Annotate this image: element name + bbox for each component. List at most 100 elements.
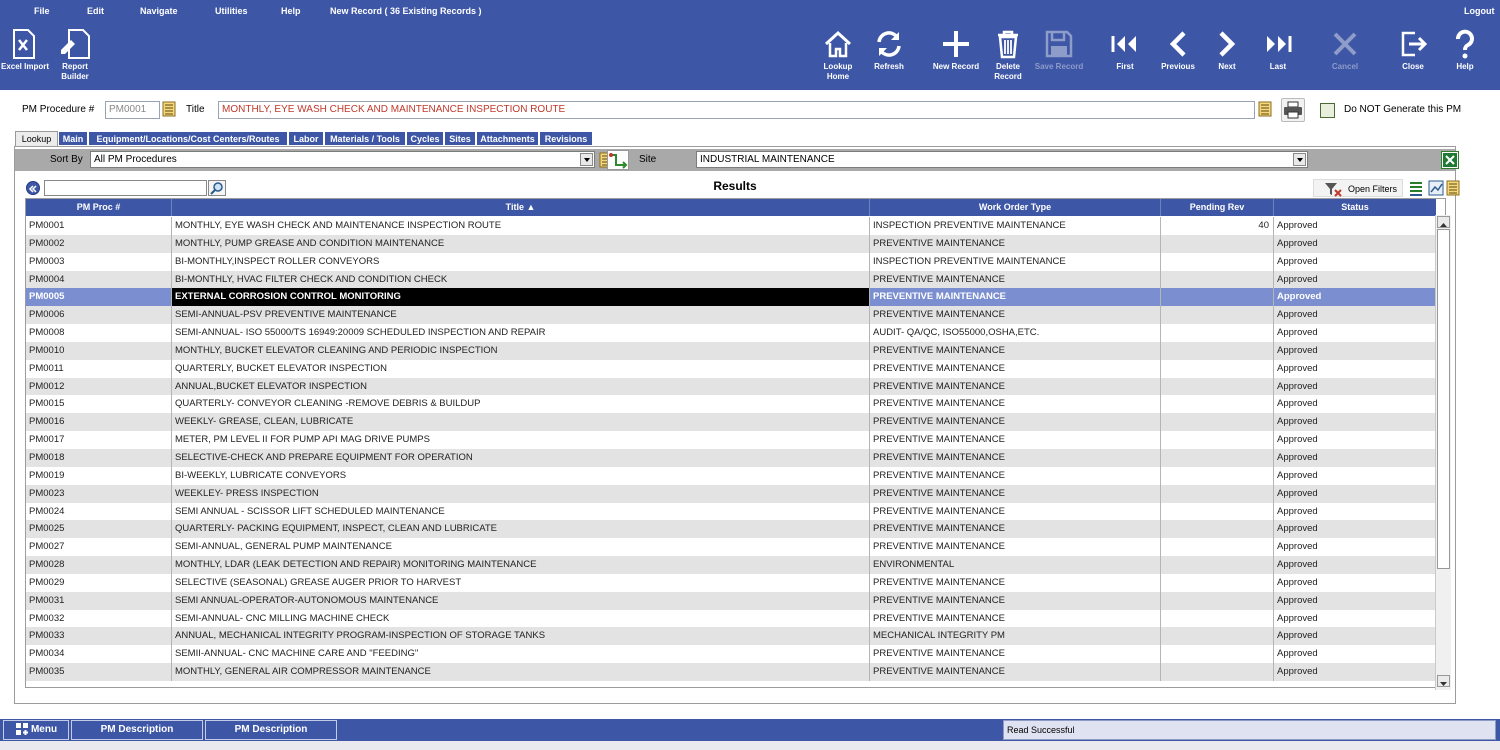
- tab-revisions[interactable]: Revisions: [539, 131, 593, 146]
- results-title: Results: [713, 179, 757, 193]
- table-row[interactable]: PM0010 MONTHLY, BUCKET ELEVATOR CLEANING …: [26, 341, 1436, 360]
- cell-pm-proc: PM0032: [26, 609, 172, 628]
- table-row[interactable]: PM0015 QUARTERLY- CONVEYOR CLEANING -REMO…: [26, 395, 1436, 414]
- first-record-button[interactable]: First: [1095, 28, 1155, 88]
- footer-strip: [0, 741, 1500, 750]
- bottom-bar: Menu PM Description PM Description Read …: [0, 719, 1500, 741]
- table-row[interactable]: PM0035 MONTHLY, GENERAL AIR COMPRESSOR MA…: [26, 663, 1436, 681]
- close-x-icon: [1333, 32, 1357, 56]
- cell-title: SEMI ANNUAL-OPERATOR-AUTONOMOUS MAINTENA…: [172, 591, 870, 610]
- tab-cycles[interactable]: Cycles: [406, 131, 444, 146]
- table-row[interactable]: PM0003 BI-MONTHLY,INSPECT ROLLER CONVEYOR…: [26, 252, 1436, 271]
- table-row[interactable]: PM0028 MONTHLY, LDAR (LEAK DETECTION AND …: [26, 556, 1436, 574]
- column-header-pm-proc[interactable]: PM Proc #: [26, 199, 172, 216]
- title-field[interactable]: MONTHLY, EYE WASH CHECK AND MAINTENANCE …: [218, 101, 1255, 119]
- list-icon[interactable]: [1446, 180, 1460, 196]
- grid-scrollbar[interactable]: [1435, 215, 1451, 690]
- new-record-button[interactable]: New Record: [926, 28, 986, 88]
- cell-status: Approved: [1274, 538, 1436, 557]
- table-row[interactable]: PM0008 SEMI-ANNUAL- ISO 55000/TS 16949:20…: [26, 324, 1436, 342]
- pm-description-button-1[interactable]: PM Description: [71, 720, 203, 740]
- chart-icon[interactable]: [1428, 180, 1444, 196]
- table-row[interactable]: PM0011 QUARTERLY, BUCKET ELEVATOR INSPECT…: [26, 359, 1436, 378]
- cell-title: ANNUAL, MECHANICAL INTEGRITY PROGRAM-INS…: [172, 627, 870, 646]
- do-not-generate-checkbox[interactable]: [1320, 103, 1335, 118]
- close-button[interactable]: Close: [1383, 28, 1443, 88]
- cell-work-order-type: PREVENTIVE MAINTENANCE: [870, 538, 1161, 557]
- column-header-pending-rev[interactable]: Pending Rev: [1161, 199, 1274, 216]
- table-row[interactable]: PM0029 SELECTIVE (SEASONAL) GREASE AUGER …: [26, 573, 1436, 592]
- menu-utilities[interactable]: Utilities: [215, 6, 248, 16]
- cell-status: Approved: [1274, 466, 1436, 485]
- cell-work-order-type: PREVENTIVE MAINTENANCE: [870, 395, 1161, 414]
- table-row[interactable]: PM0017 METER, PM LEVEL II FOR PUMP API MA…: [26, 431, 1436, 449]
- scroll-down-button[interactable]: [1437, 675, 1450, 687]
- menu-file[interactable]: File: [34, 6, 50, 16]
- help-button[interactable]: Help: [1435, 28, 1495, 88]
- table-row[interactable]: PM0034 SEMII-ANNUAL- CNC MACHINE CARE AND…: [26, 645, 1436, 664]
- menu-navigate[interactable]: Navigate: [140, 6, 178, 16]
- table-row[interactable]: PM0004 BI-MONTHLY, HVAC FILTER CHECK AND …: [26, 270, 1436, 289]
- scroll-up-button[interactable]: [1437, 216, 1450, 228]
- table-row[interactable]: PM0016 WEEKLY- GREASE, CLEAN, LUBRICATE PR…: [26, 413, 1436, 432]
- table-row[interactable]: PM0002 MONTHLY, PUMP GREASE AND CONDITION…: [26, 234, 1436, 253]
- pm-description-button-2[interactable]: PM Description: [205, 720, 337, 740]
- scroll-thumb[interactable]: [1437, 229, 1450, 569]
- table-row[interactable]: PM0023 WEEKLEY- PRESS INSPECTION PREVENTIV…: [26, 484, 1436, 503]
- menu-help[interactable]: Help: [281, 6, 301, 16]
- cell-work-order-type: PREVENTIVE MAINTENANCE: [870, 466, 1161, 485]
- table-row[interactable]: PM0019 BI-WEEKLY, LUBRICATE CONVEYORS PREV…: [26, 466, 1436, 485]
- save-record-button[interactable]: Save Record: [1029, 28, 1089, 88]
- column-header-status[interactable]: Status: [1274, 199, 1436, 216]
- table-row[interactable]: PM0012 ANNUAL,BUCKET ELEVATOR INSPECTION P…: [26, 377, 1436, 396]
- tab-equipment-locations[interactable]: Equipment/Locations/Cost Centers/Routes: [88, 131, 288, 146]
- menu-edit[interactable]: Edit: [87, 6, 104, 16]
- refresh-button[interactable]: Refresh: [859, 28, 919, 88]
- table-row[interactable]: PM0001 MONTHLY, EYE WASH CHECK AND MAINTE…: [26, 217, 1436, 235]
- table-row[interactable]: PM0032 SEMI-ANNUAL- CNC MILLING MACHINE C…: [26, 609, 1436, 628]
- cell-title: EXTERNAL CORROSION CONTROL MONITORING: [172, 288, 870, 307]
- cell-pending-rev: [1161, 538, 1274, 557]
- column-header-work-order-type[interactable]: Work Order Type: [870, 199, 1161, 216]
- columns-icon[interactable]: [1408, 180, 1424, 196]
- tab-labor[interactable]: Labor: [288, 131, 324, 146]
- table-row[interactable]: PM0005 EXTERNAL CORROSION CONTROL MONITOR…: [26, 288, 1436, 307]
- table-row[interactable]: PM0033 ANNUAL, MECHANICAL INTEGRITY PROGR…: [26, 627, 1436, 646]
- sort-bar: Sort By All PM Procedures Site INDUSTRIA…: [15, 149, 1459, 171]
- tab-lookup[interactable]: Lookup: [15, 131, 58, 146]
- cell-pm-proc: PM0033: [26, 627, 172, 646]
- last-record-button[interactable]: Last: [1248, 28, 1308, 88]
- route-toggle-button[interactable]: [607, 150, 629, 170]
- list-picker-icon[interactable]: [162, 101, 176, 117]
- logout-link[interactable]: Logout: [1464, 6, 1495, 16]
- table-row[interactable]: PM0031 SEMI ANNUAL-OPERATOR-AUTONOMOUS MA…: [26, 591, 1436, 610]
- cell-pm-proc: PM0011: [26, 359, 172, 378]
- pm-procedure-field[interactable]: PM0001: [105, 101, 160, 119]
- tab-attachments[interactable]: Attachments: [476, 131, 539, 146]
- table-row[interactable]: PM0027 SEMI-ANNUAL, GENERAL PUMP MAINTENA…: [26, 538, 1436, 557]
- table-row[interactable]: PM0024 SEMI ANNUAL - SCISSOR LIFT SCHEDUL…: [26, 502, 1436, 521]
- open-filters-button[interactable]: Open Filters: [1313, 179, 1403, 197]
- cell-status: Approved: [1274, 234, 1436, 253]
- cell-pm-proc: PM0012: [26, 377, 172, 396]
- site-select[interactable]: INDUSTRIAL MAINTENANCE: [696, 151, 1308, 168]
- column-header-title[interactable]: Title ▲: [172, 199, 870, 216]
- menu-button[interactable]: Menu: [3, 720, 69, 740]
- cancel-button[interactable]: Cancel: [1315, 28, 1375, 88]
- tab-sites[interactable]: Sites: [444, 131, 476, 146]
- excel-export-button[interactable]: [1441, 151, 1459, 169]
- table-row[interactable]: PM0025 QUARTERLY- PACKING EQUIPMENT, INSP…: [26, 520, 1436, 539]
- last-icon: [1267, 36, 1292, 52]
- cell-work-order-type: PREVENTIVE MAINTENANCE: [870, 448, 1161, 467]
- exit-icon: [1401, 31, 1428, 57]
- sort-by-select[interactable]: All PM Procedures: [90, 151, 595, 168]
- tab-materials-tools[interactable]: Materials / Tools: [324, 131, 406, 146]
- report-builder-button[interactable]: Report Builder: [45, 28, 105, 88]
- question-icon: [1456, 29, 1474, 59]
- table-row[interactable]: PM0018 SELECTIVE-CHECK AND PREPARE EQUIPM…: [26, 448, 1436, 467]
- title-picker-icon[interactable]: [1258, 101, 1272, 117]
- print-button[interactable]: [1281, 98, 1305, 122]
- table-row[interactable]: PM0006 SEMI-ANNUAL-PSV PREVENTIVE MAINTEN…: [26, 306, 1436, 325]
- tab-main[interactable]: Main: [58, 131, 88, 146]
- cell-status: Approved: [1274, 502, 1436, 521]
